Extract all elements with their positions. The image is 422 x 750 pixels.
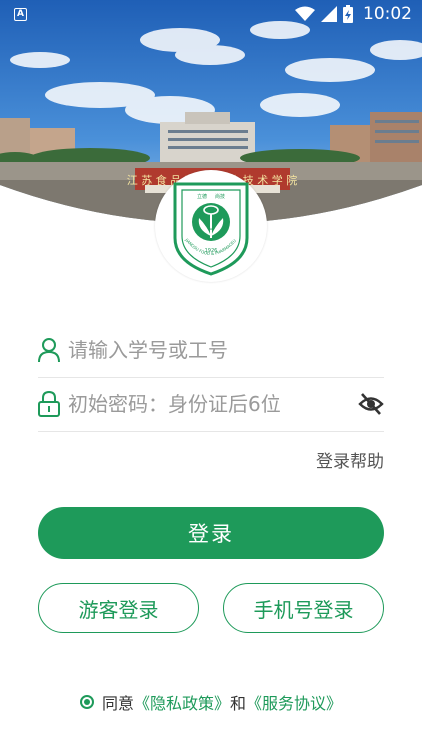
account-input[interactable] — [68, 338, 384, 362]
status-indicators: 10:02 — [295, 4, 412, 24]
signal-icon — [321, 6, 337, 22]
battery-charging-icon — [343, 5, 353, 23]
password-input[interactable] — [68, 392, 358, 416]
agreement-row: 同意 《隐私政策》 和 《服务协议》 — [0, 690, 422, 714]
user-icon — [38, 338, 60, 363]
login-help-link[interactable]: 登录帮助 — [316, 447, 384, 472]
agree-text: 同意 — [101, 694, 134, 713]
eye-off-icon[interactable] — [358, 391, 384, 417]
app-notification-icon: A — [14, 8, 27, 21]
login-screen: 江 苏 食 品 药 品 职 业 技 术 学 院 A 10:02 立德 尚技 — [0, 0, 422, 750]
guest-login-button[interactable]: 游客登录 — [38, 583, 199, 633]
motto-left: 立德 — [197, 193, 207, 200]
login-button[interactable]: 登录 — [38, 507, 384, 559]
account-field-row — [38, 323, 384, 378]
service-agreement-link[interactable]: 《服务协议》 — [246, 690, 342, 714]
phone-login-button[interactable]: 手机号登录 — [223, 583, 384, 633]
agree-radio[interactable] — [79, 695, 94, 709]
college-emblem: 立德 尚技 1926 JIANGSU FOOD & PHARMACEUTICAL… — [153, 166, 249, 276]
wifi-icon — [295, 6, 315, 21]
and-text: 和 — [230, 694, 247, 713]
college-logo: 立德 尚技 1926 JIANGSU FOOD & PHARMACEUTICAL… — [153, 166, 267, 282]
lock-icon — [38, 391, 60, 417]
password-field-row — [38, 377, 384, 432]
motto-right: 尚技 — [215, 193, 225, 200]
privacy-policy-link[interactable]: 《隐私政策》 — [134, 690, 230, 714]
clock: 10:02 — [363, 4, 412, 24]
status-bar: A 10:02 — [0, 0, 422, 30]
